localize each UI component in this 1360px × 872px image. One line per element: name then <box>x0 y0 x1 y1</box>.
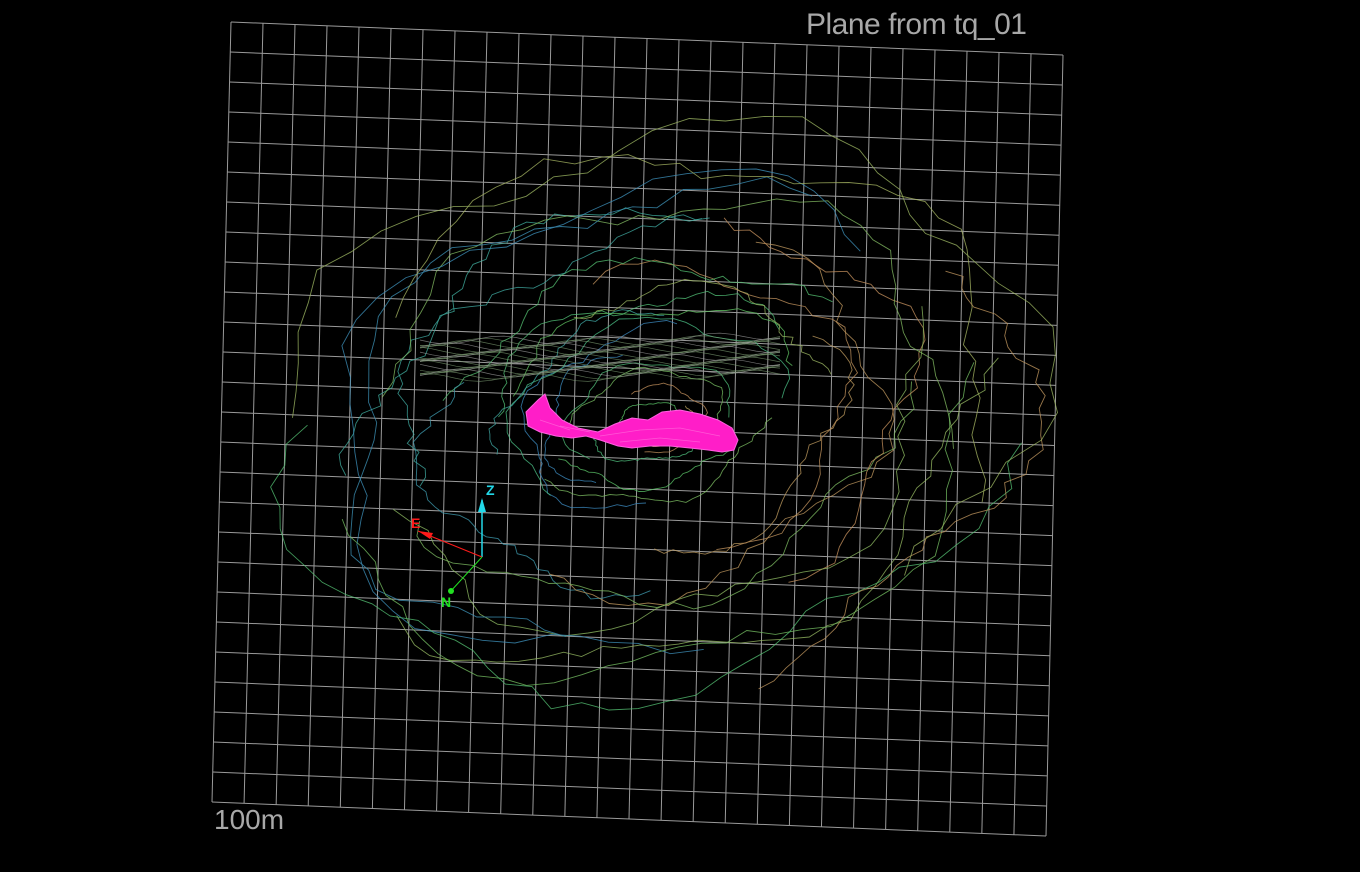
axis-z-label: Z <box>486 482 495 498</box>
contour-line <box>341 168 861 655</box>
contour-line <box>419 343 781 356</box>
contour-line <box>393 306 924 637</box>
contour-line <box>592 259 859 551</box>
contour-line <box>341 362 975 686</box>
contour-line <box>558 445 735 492</box>
contour-line <box>573 278 832 375</box>
contour-line <box>292 115 1058 576</box>
axis-z-arrow-icon <box>478 498 486 512</box>
grid-scale-label: 100m <box>214 804 285 835</box>
axis-n-label: N <box>441 594 451 610</box>
axis-e-label: E <box>411 515 420 531</box>
plane-title: Plane from tq_01 <box>806 8 1027 41</box>
contour-line <box>758 270 1046 690</box>
contour-line <box>270 424 1022 711</box>
3d-viewport[interactable]: Z E N <box>0 0 1360 872</box>
axis-n-line <box>449 556 483 593</box>
